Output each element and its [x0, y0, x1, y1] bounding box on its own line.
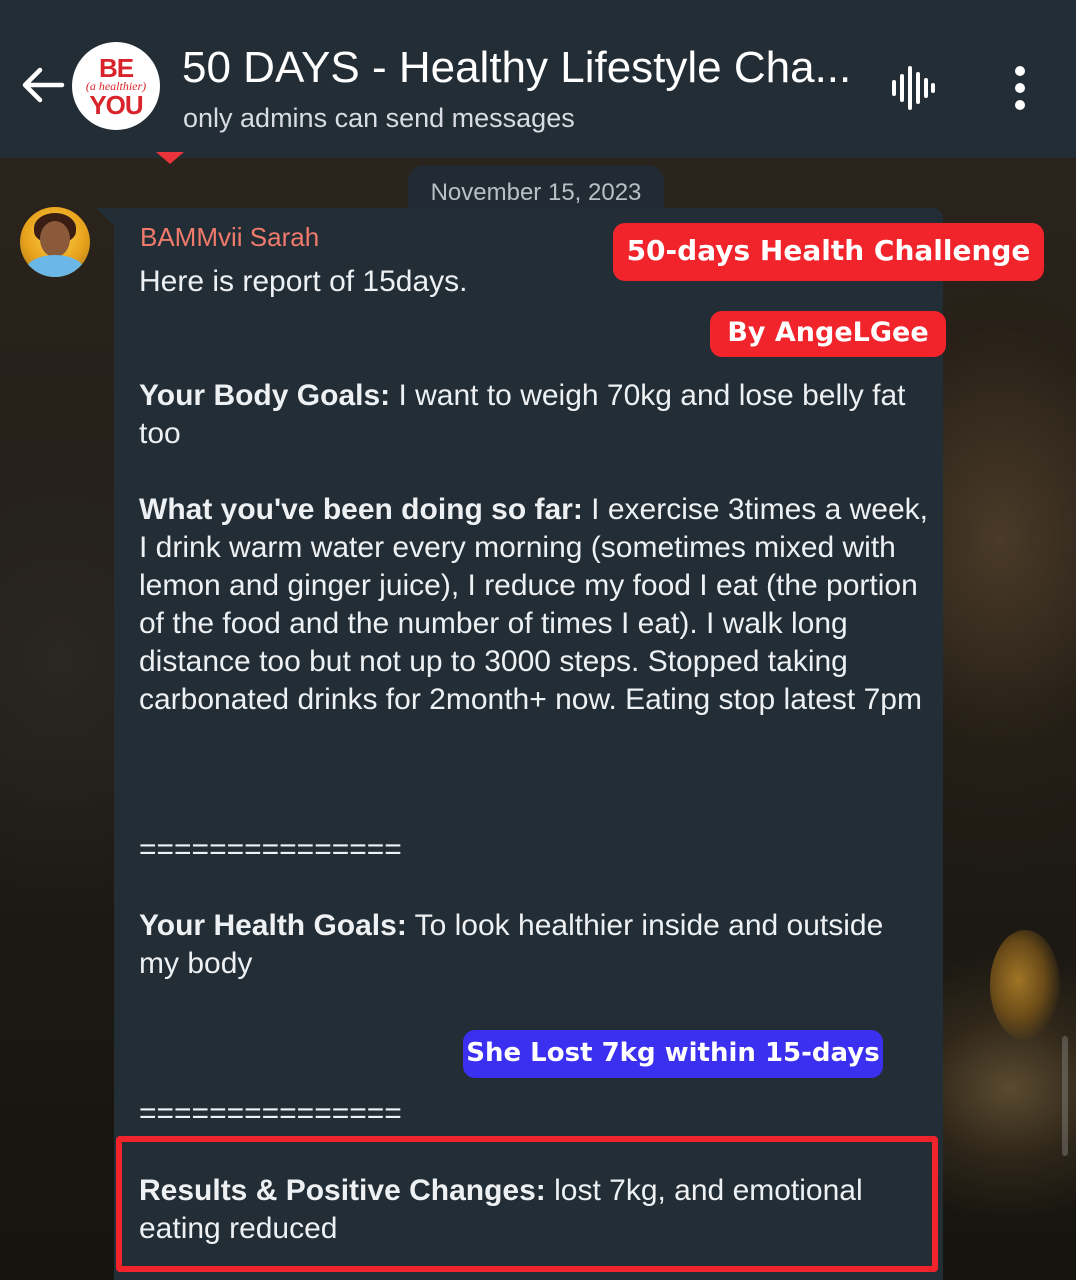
body-goals-label: Your Body Goals:	[139, 379, 391, 412]
sender-avatar[interactable]	[20, 207, 90, 277]
results-highlight-box	[116, 1136, 938, 1272]
wallpaper-eye	[990, 930, 1060, 1040]
logo-text-be: BE	[98, 52, 134, 83]
body-goals-paragraph: Your Body Goals: I want to weigh 70kg an…	[139, 377, 929, 453]
voice-chat-icon	[892, 66, 935, 110]
chat-header: BE (a healthier) YOU 50 DAYS - Healthy L…	[0, 0, 1076, 158]
sender-name[interactable]: BAMMvii Sarah	[140, 220, 319, 254]
back-button[interactable]	[18, 60, 68, 110]
separator-2: ===============	[139, 1097, 402, 1130]
group-avatar[interactable]: BE (a healthier) YOU	[72, 42, 160, 130]
voice-chat-button[interactable]	[888, 64, 938, 112]
health-goals-label: Your Health Goals:	[139, 909, 407, 942]
doing-so-far-paragraph: What you've been doing so far: I exercis…	[139, 491, 929, 719]
separator-1: ===============	[139, 833, 402, 866]
group-title[interactable]: 50 DAYS - Healthy Lifestyle Cha...	[182, 42, 862, 94]
group-subtitle: only admins can send messages	[183, 103, 575, 133]
doing-so-far-text: I exercise 3times a week, I drink warm w…	[139, 493, 928, 716]
doing-so-far-label: What you've been doing so far:	[139, 493, 583, 526]
more-options-button[interactable]	[1000, 64, 1040, 112]
pinned-indicator-icon	[156, 152, 184, 164]
logo-text-you: YOU	[89, 89, 143, 120]
health-goals-paragraph: Your Health Goals: To look healthier ins…	[139, 907, 929, 983]
challenge-badge: 50-days Health Challenge	[613, 223, 1044, 281]
more-vertical-icon	[1015, 66, 1025, 110]
author-badge: By AngeLGee	[710, 311, 946, 357]
back-arrow-icon	[22, 67, 65, 103]
result-badge: She Lost 7kg within 15-days	[463, 1030, 883, 1078]
scrollbar[interactable]	[1062, 1036, 1068, 1156]
